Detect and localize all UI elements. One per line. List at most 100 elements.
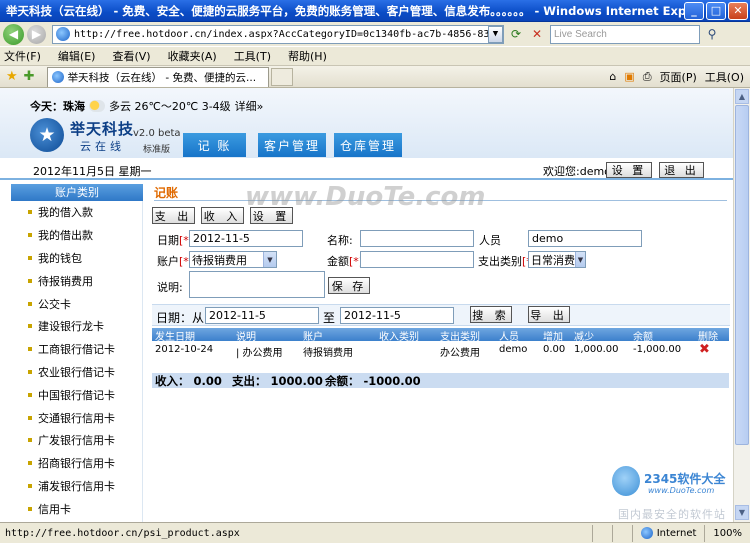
back-button[interactable]: ◀ xyxy=(3,23,24,45)
close-window-button[interactable]: ✕ xyxy=(728,1,748,20)
sidebar-item-label: 建设银行龙卡 xyxy=(38,320,104,334)
bullet-icon xyxy=(28,233,32,238)
settings-button[interactable]: 设 置 xyxy=(606,162,652,178)
sidebar-item[interactable]: 公交卡 xyxy=(11,292,142,315)
to-date-input[interactable]: 2012-11-5 xyxy=(340,307,454,324)
watermark-brand-name: 2345软件大全 xyxy=(644,472,726,486)
cell-person: demo xyxy=(499,344,528,355)
note-textarea[interactable] xyxy=(189,271,325,298)
cell-account: 待报销费用 xyxy=(303,348,353,359)
page-menu[interactable]: 页面(P) xyxy=(660,69,697,85)
brand-name: 举天科技 xyxy=(70,120,135,138)
save-button[interactable]: 保 存 xyxy=(328,277,370,294)
income-button[interactable]: 收 入 xyxy=(201,207,244,224)
address-bar[interactable]: http://free.hotdoor.cn/index.aspx?AccCat… xyxy=(52,24,504,44)
menu-file[interactable]: 文件(F) xyxy=(4,48,41,64)
menu-favorites[interactable]: 收藏夹(A) xyxy=(168,48,217,64)
bullet-icon xyxy=(28,461,32,466)
person-input[interactable]: demo xyxy=(528,230,642,247)
expense-button[interactable]: 支 出 xyxy=(152,207,195,224)
bullet-icon xyxy=(28,324,32,329)
print-icon[interactable]: ⎙ xyxy=(643,70,652,84)
col-account: 账户 xyxy=(303,332,323,343)
menu-edit[interactable]: 编辑(E) xyxy=(58,48,96,64)
from-date-input[interactable]: 2012-11-5 xyxy=(205,307,319,324)
delete-icon[interactable]: ✖ xyxy=(699,342,710,357)
new-tab-button[interactable] xyxy=(270,67,293,86)
account-select[interactable]: 待报销费用 ▼ xyxy=(189,251,277,268)
col-decrease: 减少 xyxy=(574,332,594,343)
bullet-icon xyxy=(28,506,32,511)
sidebar-item[interactable]: 工商银行借记卡 xyxy=(11,338,142,361)
window-title: 举天科技（云在线） - 免费、安全、便捷的云服务平台，免费的账务管理、客户管理、… xyxy=(6,3,684,18)
address-dropdown-icon[interactable]: ▼ xyxy=(488,25,503,43)
sidebar-item[interactable]: 广发银行信用卡 xyxy=(11,429,142,452)
scroll-down-icon[interactable]: ▼ xyxy=(735,505,749,520)
bullet-icon xyxy=(28,301,32,306)
name-input[interactable] xyxy=(360,230,474,247)
bullet-icon xyxy=(28,278,32,283)
feeds-icon[interactable]: ▣ xyxy=(624,70,634,83)
forward-button[interactable]: ▶ xyxy=(27,24,46,44)
status-segment xyxy=(611,524,632,542)
col-person: 人员 xyxy=(499,332,519,343)
menu-tools[interactable]: 工具(T) xyxy=(234,48,271,64)
page-content: 今天：珠海 多云 26℃～20℃ 3-4级 详细» ★ 举天科技 云在线 v2.… xyxy=(0,88,733,522)
ie-page-icon xyxy=(56,27,70,41)
nav-warehouse[interactable]: 仓库管理 xyxy=(334,133,402,157)
menu-help[interactable]: 帮助(H) xyxy=(288,48,327,64)
maximize-button[interactable]: □ xyxy=(706,1,726,20)
browser-tab[interactable]: 举天科技（云在线） - 免费、便捷的云... xyxy=(46,66,269,87)
scroll-thumb[interactable] xyxy=(735,105,749,445)
date-input[interactable]: 2012-11-5 xyxy=(189,230,303,247)
col-expense-category: 支出类别 xyxy=(440,332,480,343)
expense-category-select[interactable]: 日常消费 ▼ xyxy=(528,251,586,268)
zoom-level[interactable]: 100% xyxy=(704,524,750,542)
nav-customer[interactable]: 客户管理 xyxy=(258,133,326,157)
sidebar: 我的借入款 我的借出款 我的钱包 待报销费用 公交卡 建设银行龙卡 工商银行借记… xyxy=(11,201,143,522)
stop-icon[interactable]: ✕ xyxy=(528,25,546,43)
sidebar-item[interactable]: 信用卡 xyxy=(11,497,142,520)
watermark-brand: 2345软件大全 www.DuoTe.com 国内最安全的软件站 xyxy=(612,464,732,521)
tools-menu[interactable]: 工具(O) xyxy=(705,69,744,85)
summary-expense: 支出： 1000.00 xyxy=(232,374,323,388)
to-label: 至 xyxy=(323,311,336,325)
sidebar-item[interactable]: 招商银行信用卡 xyxy=(11,452,142,475)
search-input[interactable]: Live Search xyxy=(550,24,700,44)
search-icon[interactable]: ⚲ xyxy=(703,25,721,43)
cell-note: | 办公费用 xyxy=(236,348,283,359)
sidebar-item[interactable]: 浦发银行信用卡 xyxy=(11,475,142,498)
home-icon[interactable]: ⌂ xyxy=(609,70,616,83)
sidebar-item[interactable]: 建设银行龙卡 xyxy=(11,315,142,338)
sidebar-item[interactable]: 交通银行信用卡 xyxy=(11,406,142,429)
export-button[interactable]: 导 出 xyxy=(528,306,570,323)
menu-view[interactable]: 查看(V) xyxy=(112,48,150,64)
sidebar-item[interactable]: 我的钱包 xyxy=(11,247,142,270)
sidebar-item-label: 我的借出款 xyxy=(38,229,93,243)
search-button[interactable]: 搜 索 xyxy=(470,306,512,323)
logout-button[interactable]: 退 出 xyxy=(659,162,704,178)
current-date: 2012年11月5日 星期一 xyxy=(33,165,152,178)
sidebar-item-label: 农业银行借记卡 xyxy=(38,365,115,379)
favorites-star-icon[interactable]: ★ xyxy=(6,69,18,84)
amount-input[interactable] xyxy=(360,251,474,268)
scroll-up-icon[interactable]: ▲ xyxy=(735,89,749,104)
bullet-icon xyxy=(28,369,32,374)
name-label: 名称: xyxy=(327,234,353,247)
sidebar-item[interactable]: 中国银行借记卡 xyxy=(11,383,142,406)
sidebar-item-label: 待报销费用 xyxy=(38,274,93,288)
refresh-icon[interactable]: ⟳ xyxy=(507,25,525,43)
add-favorites-icon[interactable]: ✚ xyxy=(24,69,35,84)
sidebar-item[interactable]: 待报销费用 xyxy=(11,269,142,292)
col-note: 说明 xyxy=(236,332,256,343)
person-label: 人员 xyxy=(479,234,501,247)
minimize-button[interactable]: _ xyxy=(684,1,704,20)
summary-income: 收入： 0.00 xyxy=(155,374,222,388)
sidebar-item[interactable]: 农业银行借记卡 xyxy=(11,361,142,384)
weather-detail-link[interactable]: 详细» xyxy=(235,98,264,114)
sidebar-item[interactable]: 我的借出款 xyxy=(11,224,142,247)
table-header: 发生日期 说明 账户 收入类别 支出类别 人员 增加 减少 余额 删除 xyxy=(152,328,729,343)
sidebar-item[interactable]: 我的借入款 xyxy=(11,201,142,224)
vertical-scrollbar[interactable]: ▲ ▼ xyxy=(733,88,750,522)
nav-bookkeeping[interactable]: 记 账 xyxy=(183,133,246,157)
